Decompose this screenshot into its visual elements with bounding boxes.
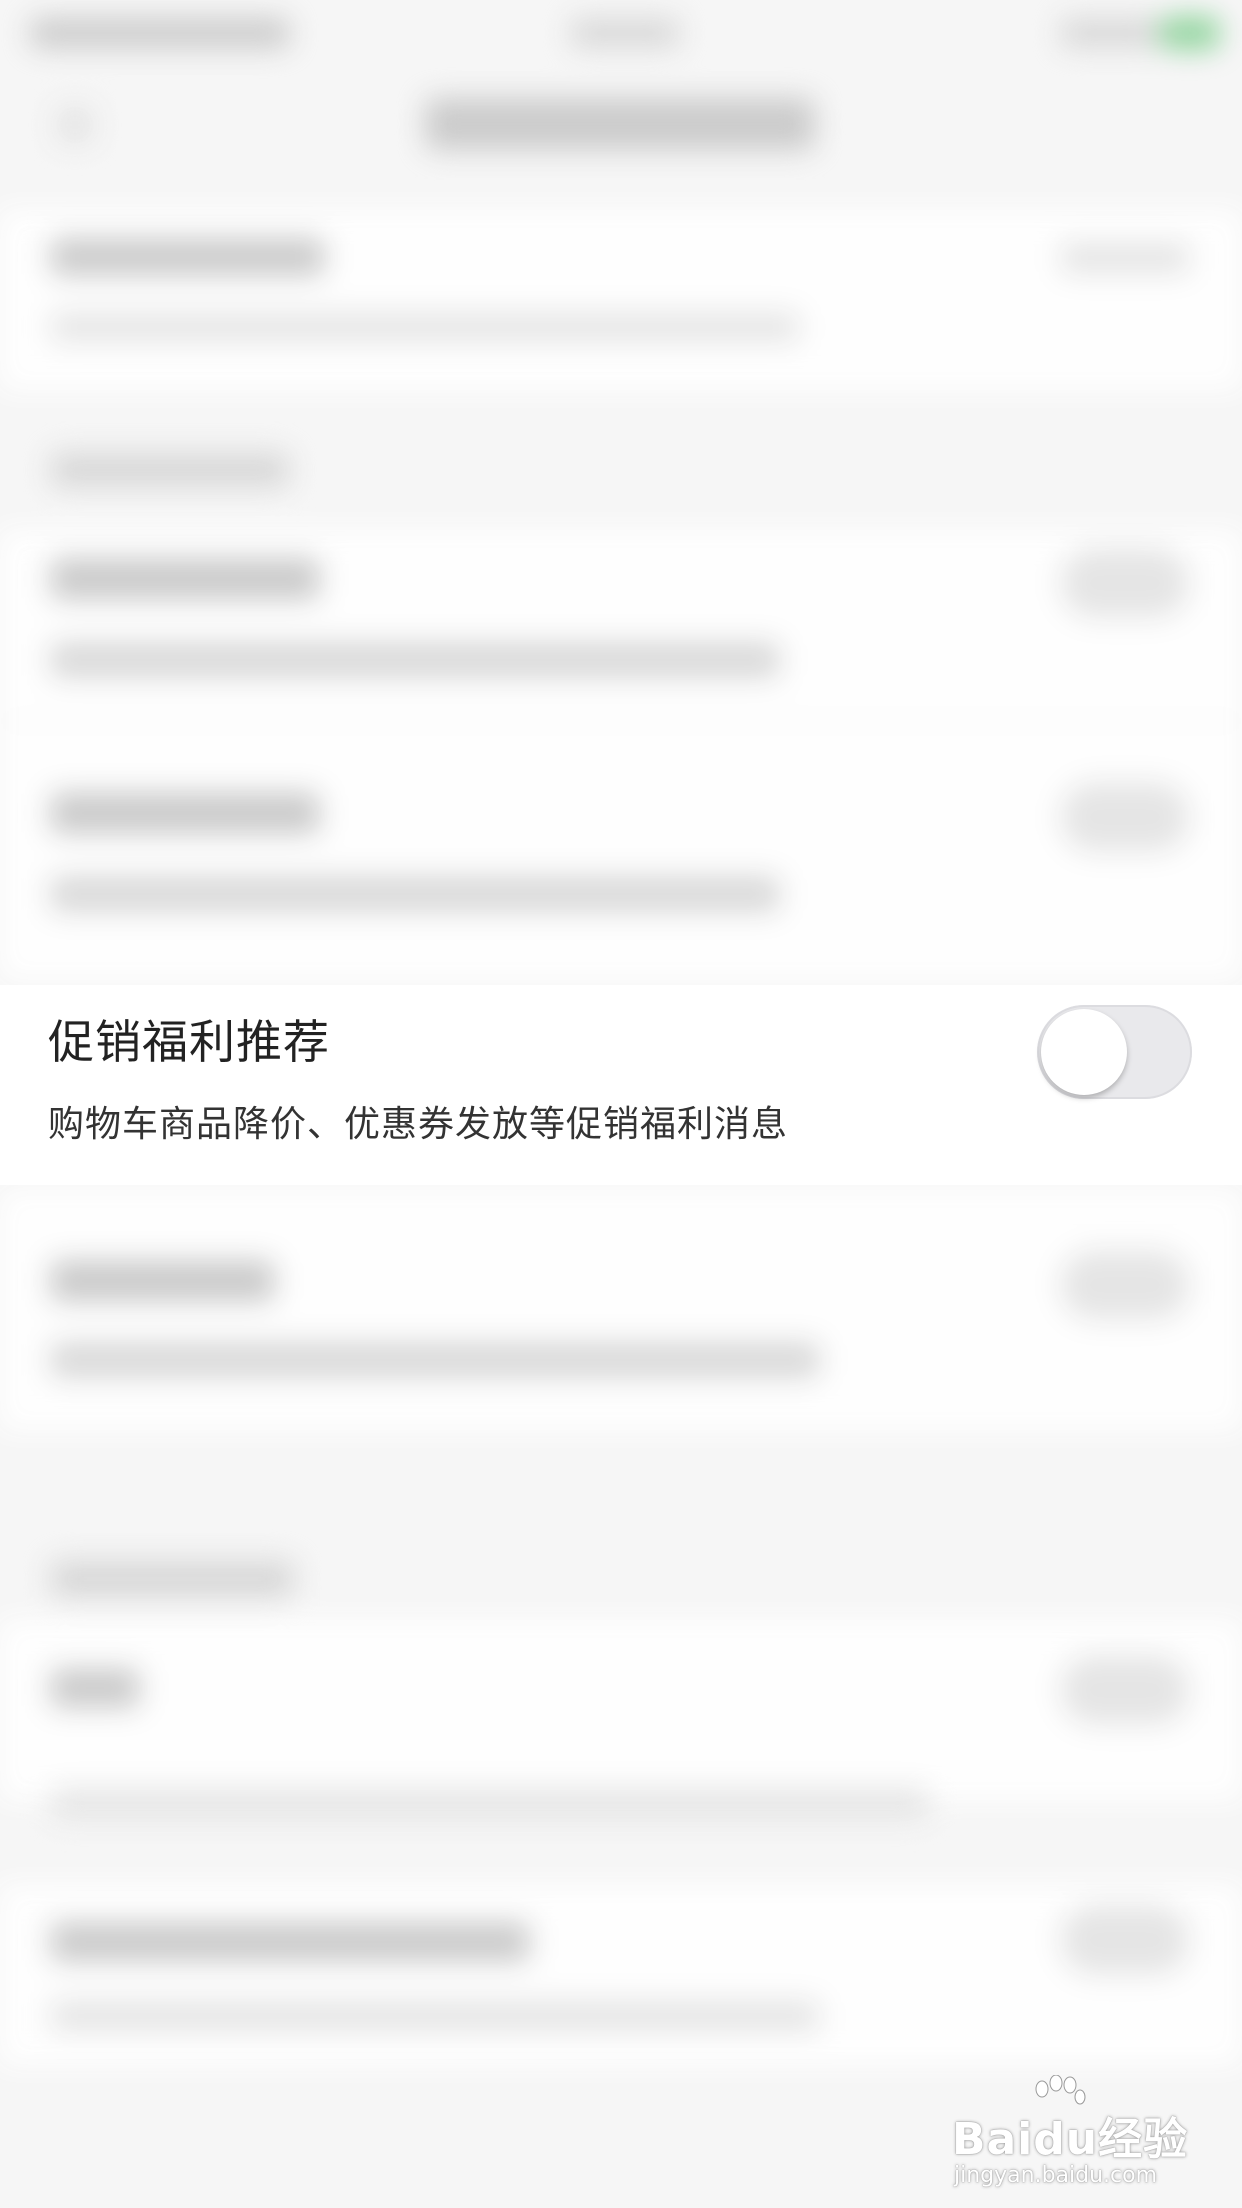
page-title [425, 98, 815, 150]
row3-desc [50, 876, 780, 912]
watermark-main-text: Baidu经验 [952, 2114, 1189, 2165]
status-bar-right [1060, 18, 1160, 48]
status-bar-time [570, 18, 680, 48]
row7-desc [50, 2000, 820, 2032]
group-header-1 [50, 452, 290, 488]
row1-title [50, 238, 325, 276]
status-bar-left [30, 18, 290, 48]
promo-welfare-setting-row: 促销福利推荐 购物车商品降价、优惠券发放等促销福利消息 [0, 985, 1242, 1185]
section-bottom [0, 1620, 1242, 1800]
row6-title [50, 1668, 140, 1708]
baidu-jingyan-watermark: Baidu经验 jingyan.baidu.com [952, 2075, 1192, 2188]
section-top [0, 210, 1242, 390]
row2-title [50, 558, 320, 600]
row3-title [50, 792, 320, 834]
row6-desc [50, 1788, 930, 1820]
group-header-2 [50, 1560, 295, 1598]
row1-value [1060, 242, 1190, 274]
section-last [0, 1885, 1242, 2065]
promo-welfare-description: 购物车商品降价、优惠券发放等促销福利消息 [48, 1104, 789, 1145]
section-after-focus [0, 1190, 1242, 1430]
row5-toggle [1060, 1250, 1190, 1320]
battery-icon [1160, 16, 1220, 50]
row2-desc [50, 642, 780, 678]
row6-toggle [1060, 1655, 1190, 1725]
watermark-url: jingyan.baidu.com [954, 2163, 1158, 2188]
row7-title [50, 1922, 530, 1962]
toggle-knob [1041, 1009, 1127, 1095]
row5-desc [50, 1342, 820, 1378]
back-icon [55, 105, 95, 145]
row2-toggle [1060, 548, 1190, 618]
row7-toggle [1060, 1905, 1190, 1975]
row3-toggle [1060, 782, 1190, 852]
row1-desc [50, 312, 800, 342]
row5-title [50, 1260, 275, 1302]
promo-welfare-toggle[interactable] [1037, 1005, 1192, 1099]
promo-welfare-title: 促销福利推荐 [48, 1015, 330, 1069]
section-middle [0, 530, 1242, 980]
